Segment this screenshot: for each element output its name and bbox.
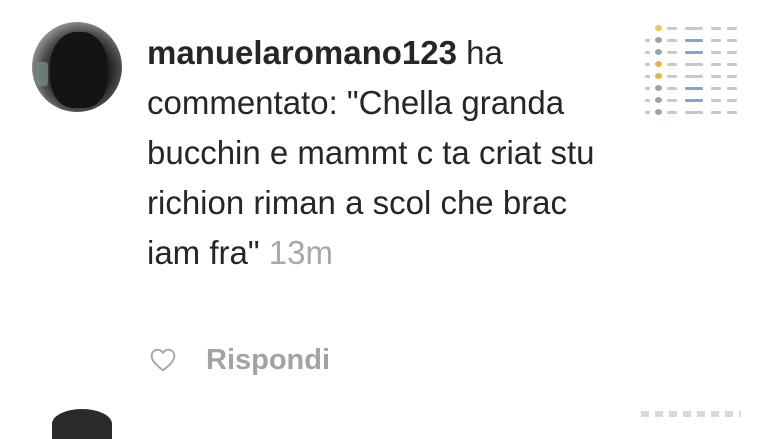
thumbnail-sun-cloud-icon [655,73,662,79]
thumbnail-cloud-icon [655,85,662,91]
thumbnail-sun-cloud-icon [655,61,662,67]
thumbnail-sun-icon [655,25,662,31]
username-link[interactable]: manuelaromano123 [147,34,457,71]
reply-button[interactable]: Rispondi [206,344,330,377]
thumbnail-row [641,24,741,33]
thumbnail-row [641,48,741,57]
comment-body: manuelaromano123 ha commentato: "Chella … [147,28,607,278]
comment-actions: Rispondi [150,340,330,380]
next-user-avatar[interactable] [52,409,112,439]
heart-outline-icon[interactable] [150,347,176,373]
thumbnail-row [641,60,741,69]
timestamp: 13m [268,234,333,271]
avatar-background-detail [36,62,48,86]
thumbnail-row [641,96,741,105]
comment-notification: manuelaromano123 ha commentato: "Chella … [0,0,770,395]
avatar-figure [50,32,108,108]
user-avatar[interactable] [32,22,122,112]
thumbnail-cloud-icon [655,97,662,103]
thumbnail-cloud-icon [655,49,662,55]
next-post-thumbnail[interactable] [641,411,741,417]
thumbnail-row [641,84,741,93]
thumbnail-row [641,36,741,45]
next-notification-edge [0,400,770,439]
thumbnail-row [641,72,741,81]
post-thumbnail[interactable] [641,22,741,118]
thumbnail-row [641,108,741,117]
thumbnail-cloud-icon [655,37,662,43]
thumbnail-cloud-icon [655,109,662,115]
